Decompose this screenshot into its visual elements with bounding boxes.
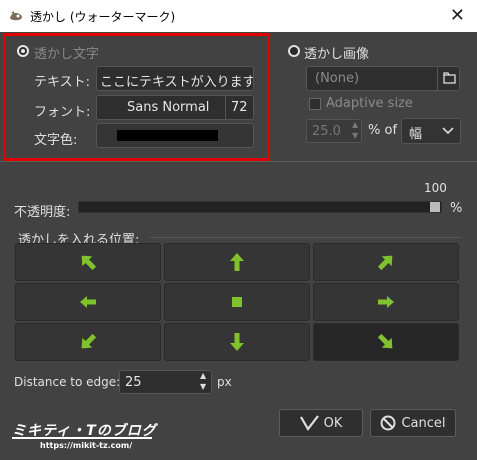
dimension-select[interactable]: 幅: [401, 118, 461, 144]
font-label: フォント:: [34, 105, 91, 120]
color-label: 文字色:: [34, 133, 78, 148]
window-title: 透かし (ウォーターマーク): [30, 10, 176, 24]
arrow-up-right-icon: [377, 255, 393, 271]
title-bar: 透かし (ウォーターマーク) ✕: [0, 0, 477, 32]
edge-value: 25: [125, 375, 142, 390]
size-spinner[interactable]: 25.0 ▲ ▼: [306, 119, 362, 143]
divider: [437, 67, 438, 90]
arrow-down-left-icon: [81, 333, 97, 349]
font-name: Sans Normal: [127, 100, 210, 115]
size-value: 25.0: [312, 124, 341, 139]
position-bottom-right-button[interactable]: [313, 323, 459, 361]
spin-up-icon[interactable]: ▲: [352, 120, 358, 129]
divider: [225, 96, 226, 119]
image-file-chooser[interactable]: (None): [306, 66, 460, 91]
arrow-left-icon: [80, 296, 96, 308]
opacity-value: 100: [424, 181, 447, 195]
edge-label: Distance to edge:: [14, 375, 121, 389]
check-icon: [299, 415, 319, 431]
chevron-down-icon: [442, 127, 454, 135]
image-mode-label: 透かし画像: [304, 47, 370, 62]
cancel-button[interactable]: Cancel: [370, 409, 456, 437]
arrow-down-icon: [230, 333, 244, 351]
edge-spinner[interactable]: 25 ▲ ▼: [119, 370, 212, 394]
opacity-unit: %: [450, 201, 463, 216]
font-size: 72: [231, 100, 248, 115]
section-divider: [0, 161, 477, 162]
logo-underline: [12, 437, 152, 439]
slider-handle[interactable]: [430, 202, 440, 212]
position-center-button[interactable]: [164, 283, 310, 321]
edge-unit: px: [217, 375, 232, 389]
arrow-up-icon: [230, 253, 244, 271]
text-label: テキスト:: [34, 75, 90, 90]
color-swatch: [117, 130, 218, 141]
file-value: (None): [315, 71, 360, 86]
adaptive-size-label: Adaptive size: [326, 96, 413, 111]
cancel-icon: [380, 415, 396, 431]
position-divider: [150, 237, 462, 238]
position-top-button[interactable]: [164, 243, 310, 281]
image-mode-radio[interactable]: [288, 45, 300, 57]
color-button[interactable]: [96, 123, 254, 148]
text-mode-radio[interactable]: [17, 45, 29, 57]
ok-button[interactable]: OK: [279, 409, 363, 437]
font-selector[interactable]: Sans Normal 72: [96, 95, 254, 120]
spin-down-icon[interactable]: ▼: [352, 131, 358, 140]
ok-label: OK: [323, 415, 343, 431]
position-bottom-left-button[interactable]: [15, 323, 161, 361]
position-right-button[interactable]: [313, 283, 459, 321]
opacity-slider[interactable]: [78, 201, 442, 213]
opacity-label: 不透明度:: [14, 205, 71, 220]
adaptive-size-checkbox[interactable]: [309, 98, 321, 110]
arrow-up-left-icon: [81, 255, 97, 271]
text-mode-label: 透かし文字: [34, 47, 100, 62]
text-input[interactable]: ここにテキストが入ります: [96, 66, 254, 91]
gimp-icon: [10, 11, 22, 21]
spin-up-icon[interactable]: ▲: [200, 371, 206, 380]
spin-down-icon[interactable]: ▼: [200, 382, 206, 391]
cancel-label: Cancel: [401, 415, 446, 431]
open-file-icon: [443, 72, 456, 84]
dimension-value: 幅: [409, 127, 423, 142]
arrow-right-icon: [378, 296, 394, 308]
blog-url: https://mikit-tz.com/: [40, 441, 133, 450]
position-top-left-button[interactable]: [15, 243, 161, 281]
close-icon[interactable]: ✕: [450, 5, 465, 26]
position-top-right-button[interactable]: [313, 243, 459, 281]
position-left-button[interactable]: [15, 283, 161, 321]
center-square-icon: [232, 297, 242, 307]
percent-label: % of: [368, 123, 398, 138]
arrow-down-right-icon: [377, 333, 393, 349]
position-bottom-button[interactable]: [164, 323, 310, 361]
